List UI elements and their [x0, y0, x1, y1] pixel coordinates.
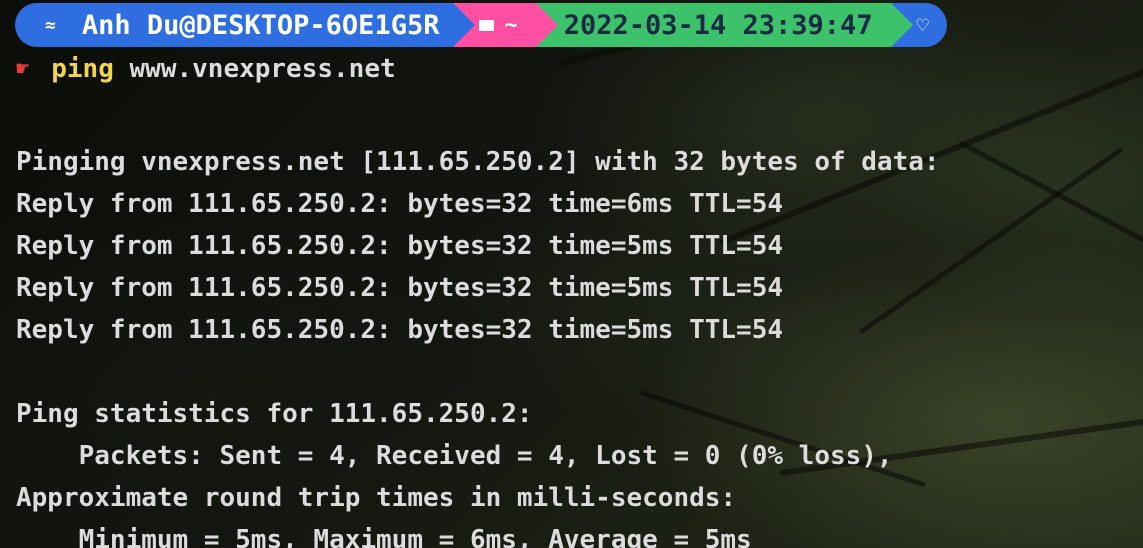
command-output: Pinging vnexpress.net [111.65.250.2] wit… [16, 141, 940, 548]
output-line: Pinging vnexpress.net [111.65.250.2] wit… [16, 147, 940, 177]
prompt-time-segment: 2022-03-14 23:39:47 [535, 3, 913, 47]
segment-separator-icon [890, 3, 913, 47]
output-line: Packets: Sent = 4, Received = 4, Lost = … [16, 441, 893, 471]
folder-icon [479, 19, 495, 31]
segment-separator-icon [535, 3, 558, 47]
output-line: Reply from 111.65.250.2: bytes=32 time=5… [16, 315, 784, 345]
output-line: Approximate round trip times in milli-se… [16, 483, 737, 513]
output-line: Reply from 111.65.250.2: bytes=32 time=6… [16, 189, 784, 219]
prompt-user-host: Anh Du@DESKTOP-6OE1G5R [81, 9, 440, 41]
output-line: Reply from 111.65.250.2: bytes=32 time=5… [16, 231, 784, 261]
heart-icon: ♡ [916, 13, 929, 37]
prompt-arrow-icon: ☛ [16, 56, 30, 82]
command-args: www.vnexpress.net [113, 54, 396, 84]
output-line: Minimum = 5ms, Maximum = 6ms, Average = … [16, 525, 752, 548]
prompt-bar: ≈ Anh Du@DESKTOP-6OE1G5R ~ 2022-03-14 23… [15, 3, 947, 47]
terminal-window[interactable]: ≈ Anh Du@DESKTOP-6OE1G5R ~ 2022-03-14 23… [0, 0, 1143, 548]
command-line[interactable]: ☛ ping www.vnexpress.net [16, 54, 396, 84]
prompt-user-segment: ≈ Anh Du@DESKTOP-6OE1G5R [15, 3, 476, 47]
windows-icon: ≈ [45, 14, 56, 36]
segment-separator-icon [453, 3, 476, 47]
prompt-datetime: 2022-03-14 23:39:47 [563, 9, 873, 41]
command-name: ping [51, 54, 114, 84]
output-line: Reply from 111.65.250.2: bytes=32 time=5… [16, 273, 784, 303]
prompt-path: ~ [504, 12, 518, 38]
output-line: Ping statistics for 111.65.250.2: [16, 399, 533, 429]
